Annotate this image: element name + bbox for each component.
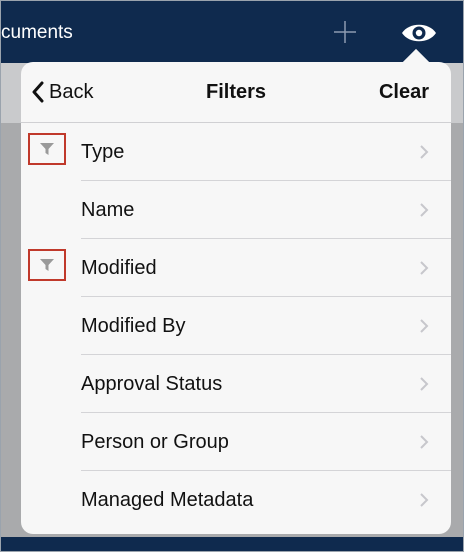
funnel-icon — [40, 259, 54, 271]
filter-label: Approval Status — [81, 373, 223, 395]
chevron-right-icon — [420, 145, 429, 159]
filter-label: Managed Metadata — [81, 489, 254, 511]
chevron-right-icon — [420, 493, 429, 507]
nav-title: cuments — [1, 22, 73, 43]
app-frame: cuments Back Filters Clear Type Name Mod… — [0, 0, 464, 552]
filter-label: Person or Group — [81, 431, 229, 453]
filter-row-person-or-group[interactable]: Person or Group — [21, 413, 451, 471]
filter-row-type[interactable]: Type — [21, 123, 451, 181]
chevron-right-icon — [420, 435, 429, 449]
popover-header: Back Filters Clear — [21, 62, 451, 123]
active-filter-indicator — [28, 249, 66, 281]
filter-row-modified-by[interactable]: Modified By — [21, 297, 451, 355]
navigation-bar: cuments — [1, 1, 463, 63]
filter-label: Type — [81, 141, 125, 163]
plus-icon[interactable] — [332, 19, 358, 45]
filter-list: Type Name Modified Modified By Approval … — [21, 123, 451, 529]
funnel-icon — [40, 143, 54, 155]
filter-label: Name — [81, 199, 135, 221]
filter-row-name[interactable]: Name — [21, 181, 451, 239]
filter-label: Modified — [81, 257, 157, 279]
filter-row-approval-status[interactable]: Approval Status — [21, 355, 451, 413]
filter-row-modified[interactable]: Modified — [21, 239, 451, 297]
active-filter-indicator — [28, 133, 66, 165]
clear-button[interactable]: Clear — [379, 81, 429, 104]
filters-popover: Back Filters Clear Type Name Modified Mo… — [21, 62, 451, 534]
chevron-right-icon — [420, 377, 429, 391]
chevron-right-icon — [420, 203, 429, 217]
chevron-right-icon — [420, 261, 429, 275]
filter-row-managed-metadata[interactable]: Managed Metadata — [21, 471, 451, 529]
eye-icon[interactable] — [400, 20, 438, 46]
bottom-bar — [1, 537, 463, 551]
chevron-right-icon — [420, 319, 429, 333]
filter-label: Modified By — [81, 315, 186, 337]
